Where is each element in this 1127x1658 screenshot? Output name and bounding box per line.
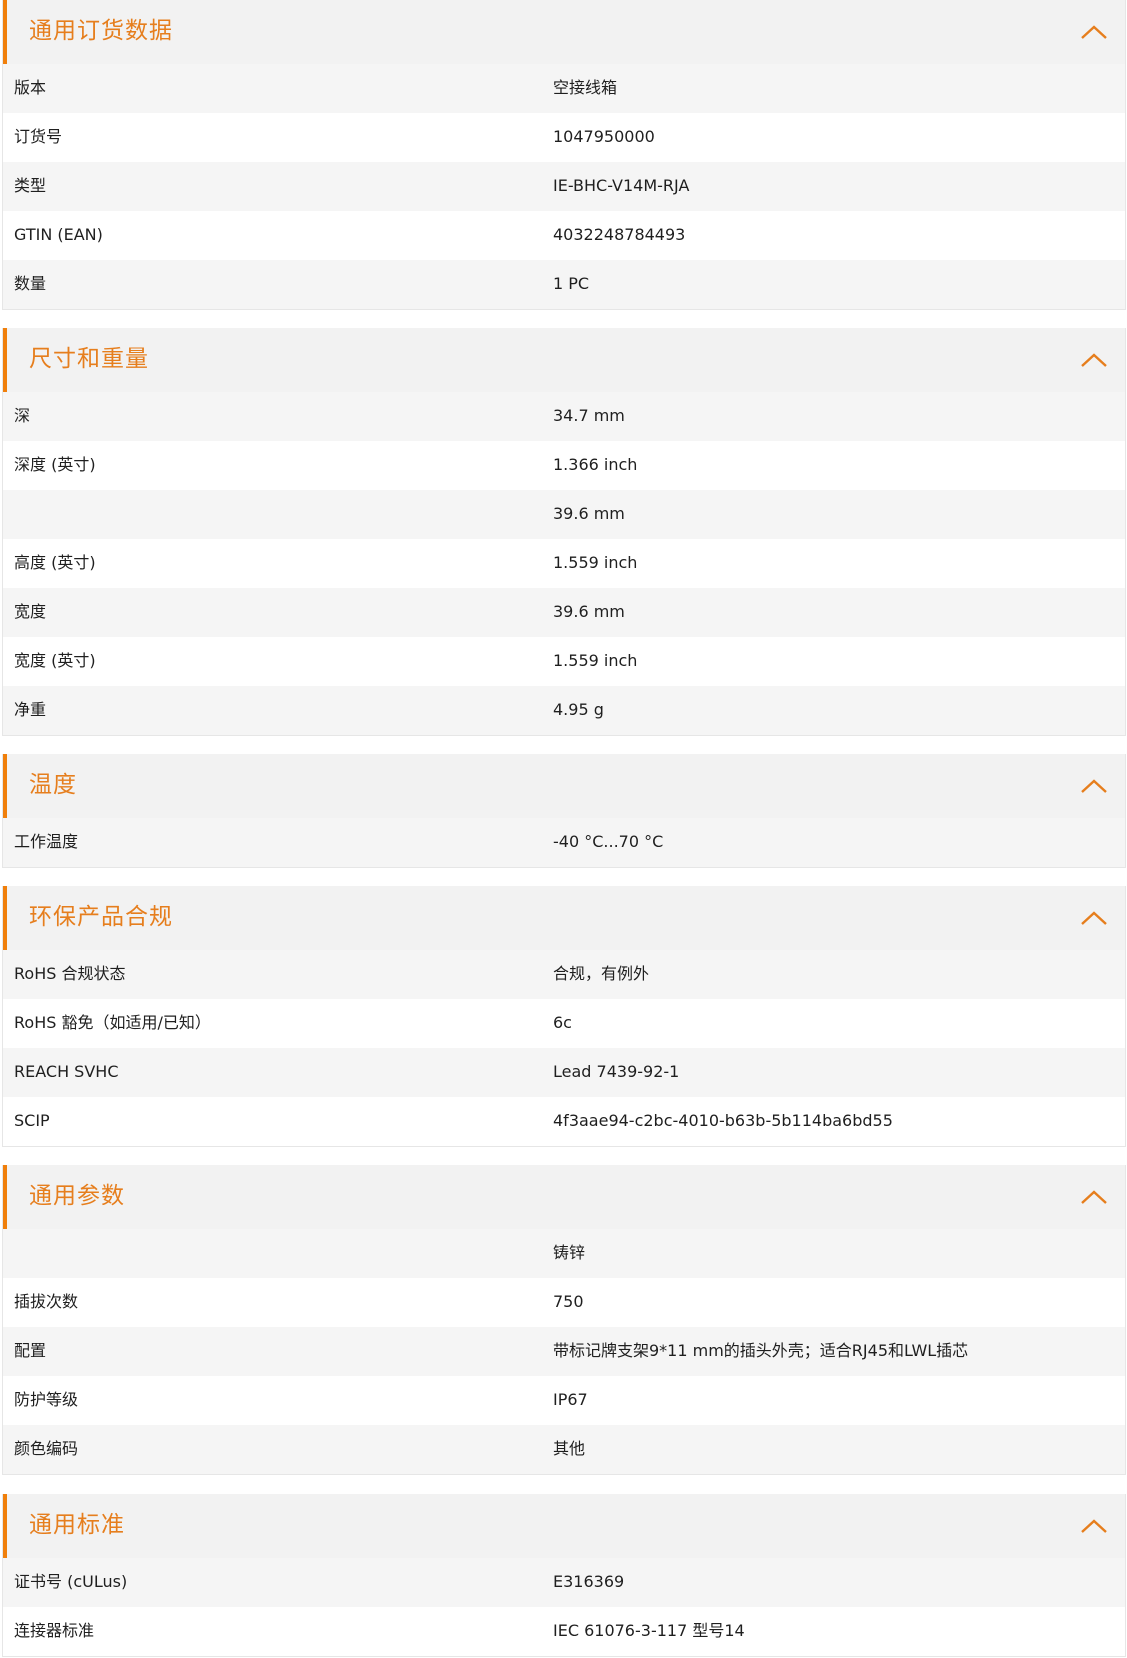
- section-header[interactable]: 通用订货数据: [3, 0, 1125, 64]
- row-label: 深: [14, 406, 31, 425]
- table-row: 高度 (英寸) 1.559 inch: [3, 539, 1125, 588]
- row-value: Lead 7439-92-1: [553, 1062, 680, 1081]
- table-row: 净重 4.95 g: [3, 686, 1125, 735]
- table-row: 订货号 1047950000: [3, 113, 1125, 162]
- table-row: RoHS 豁免（如适用/已知） 6c: [3, 999, 1125, 1048]
- row-value: 39.6 mm: [553, 602, 625, 621]
- table-row: 版本 空接线箱: [3, 64, 1125, 113]
- chevron-up-icon[interactable]: [1079, 1514, 1109, 1538]
- row-value: 1.559 inch: [553, 651, 638, 670]
- table-row: REACH SVHC Lead 7439-92-1: [3, 1048, 1125, 1097]
- row-value: E316369: [553, 1572, 625, 1591]
- section-header[interactable]: 通用参数: [3, 1165, 1125, 1229]
- row-value: 1047950000: [553, 127, 655, 146]
- row-label: 防护等级: [14, 1390, 79, 1409]
- chevron-up-icon[interactable]: [1079, 1185, 1109, 1209]
- row-label: 深度 (英寸): [14, 455, 96, 474]
- section-environmental-compliance: 环保产品合规 RoHS 合规状态 合规，有例外 RoHS 豁免（如适用/已知） 6c…: [2, 886, 1126, 1147]
- table-row: GTIN (EAN) 4032248784493: [3, 211, 1125, 260]
- row-label: 净重: [14, 700, 47, 719]
- row-value: 4032248784493: [553, 225, 686, 244]
- table-row: 配置 带标记牌支架9*11 mm的插头外壳；适合RJ45和LWL插芯: [3, 1327, 1125, 1376]
- row-value: 4.95 g: [553, 700, 604, 719]
- row-label: REACH SVHC: [14, 1062, 119, 1081]
- row-label: SCIP: [14, 1111, 50, 1130]
- section-temperature: 温度 工作温度 -40 °C...70 °C: [2, 754, 1126, 868]
- row-label: 证书号 (cULus): [14, 1572, 128, 1591]
- row-value: 空接线箱: [553, 78, 618, 97]
- row-label: 连接器标准: [14, 1621, 95, 1640]
- section-general-ordering-data: 通用订货数据 版本 空接线箱 订货号 1047950000 类型 IE-BHC-V14…: [2, 0, 1126, 310]
- chevron-up-icon[interactable]: [1079, 774, 1109, 798]
- table-row: 铸锌: [3, 1229, 1125, 1278]
- section-header[interactable]: 温度: [3, 754, 1125, 818]
- row-value: 4f3aae94-c2bc-4010-b63b-5b114ba6bd55: [553, 1111, 893, 1130]
- chevron-up-icon[interactable]: [1079, 20, 1109, 44]
- table-row: 类型 IE-BHC-V14M-RJA: [3, 162, 1125, 211]
- row-value: 其他: [553, 1439, 586, 1458]
- section-title: 温度: [29, 772, 77, 798]
- section-title: 环保产品合规: [29, 904, 173, 930]
- table-row: 宽度 (英寸) 1.559 inch: [3, 637, 1125, 686]
- row-value: 750: [553, 1292, 584, 1311]
- table-row: 颜色编码 其他: [3, 1425, 1125, 1474]
- table-row: 深度 (英寸) 1.366 inch: [3, 441, 1125, 490]
- row-label: RoHS 合规状态: [14, 964, 126, 983]
- row-value: IP67: [553, 1390, 588, 1409]
- row-label: 配置: [14, 1341, 47, 1360]
- table-row: RoHS 合规状态 合规，有例外: [3, 950, 1125, 999]
- section-general-parameters: 通用参数 铸锌 插拔次数 750 配置 带标记牌支架9*11 mm的插头外壳；适合R…: [2, 1165, 1126, 1475]
- row-value: 39.6 mm: [553, 504, 625, 523]
- row-label: GTIN (EAN): [14, 225, 103, 244]
- row-label: 类型: [14, 176, 47, 195]
- table-row: SCIP 4f3aae94-c2bc-4010-b63b-5b114ba6bd55: [3, 1097, 1125, 1146]
- row-label: 高度 (英寸): [14, 553, 96, 572]
- section-title: 尺寸和重量: [29, 346, 149, 372]
- section-title: 通用参数: [29, 1183, 125, 1209]
- row-value: IEC 61076-3-117 型号14: [553, 1621, 745, 1640]
- row-label: 颜色编码: [14, 1439, 79, 1458]
- row-label: 订货号: [14, 127, 63, 146]
- section-header[interactable]: 环保产品合规: [3, 886, 1125, 950]
- section-dimensions-weight: 尺寸和重量 深 34.7 mm 深度 (英寸) 1.366 inch 39.6 mm…: [2, 328, 1126, 736]
- table-row: 工作温度 -40 °C...70 °C: [3, 818, 1125, 867]
- row-label: RoHS 豁免（如适用/已知）: [14, 1013, 211, 1032]
- table-row: 插拔次数 750: [3, 1278, 1125, 1327]
- row-value: IE-BHC-V14M-RJA: [553, 176, 690, 195]
- table-row: 宽度 39.6 mm: [3, 588, 1125, 637]
- section-title: 通用标准: [29, 1512, 125, 1538]
- row-label: 版本: [14, 78, 47, 97]
- row-label: 宽度: [14, 602, 47, 621]
- chevron-up-icon[interactable]: [1079, 348, 1109, 372]
- row-value: 合规，有例外: [553, 964, 650, 983]
- row-value: 铸锌: [553, 1243, 586, 1262]
- row-value: 带标记牌支架9*11 mm的插头外壳；适合RJ45和LWL插芯: [553, 1341, 969, 1360]
- table-row: 数量 1 PC: [3, 260, 1125, 309]
- row-label: 宽度 (英寸): [14, 651, 96, 670]
- row-label: 插拔次数: [14, 1292, 79, 1311]
- section-title: 通用订货数据: [29, 18, 173, 44]
- section-header[interactable]: 通用标准: [3, 1494, 1125, 1558]
- row-value: 1.366 inch: [553, 455, 638, 474]
- table-row: 证书号 (cULus) E316369: [3, 1558, 1125, 1607]
- row-label: 工作温度: [14, 832, 79, 851]
- chevron-up-icon[interactable]: [1079, 906, 1109, 930]
- row-value: 1 PC: [553, 274, 590, 293]
- table-row: 深 34.7 mm: [3, 392, 1125, 441]
- row-value: 1.559 inch: [553, 553, 638, 572]
- row-value: 34.7 mm: [553, 406, 625, 425]
- table-row: 防护等级 IP67: [3, 1376, 1125, 1425]
- row-label: 数量: [14, 274, 47, 293]
- row-value: 6c: [553, 1013, 572, 1032]
- table-row: 连接器标准 IEC 61076-3-117 型号14: [3, 1607, 1125, 1656]
- row-value: -40 °C...70 °C: [553, 832, 664, 851]
- section-header[interactable]: 尺寸和重量: [3, 328, 1125, 392]
- section-general-standards: 通用标准 证书号 (cULus) E316369 连接器标准 IEC 61076-3…: [2, 1494, 1126, 1657]
- table-row: 39.6 mm: [3, 490, 1125, 539]
